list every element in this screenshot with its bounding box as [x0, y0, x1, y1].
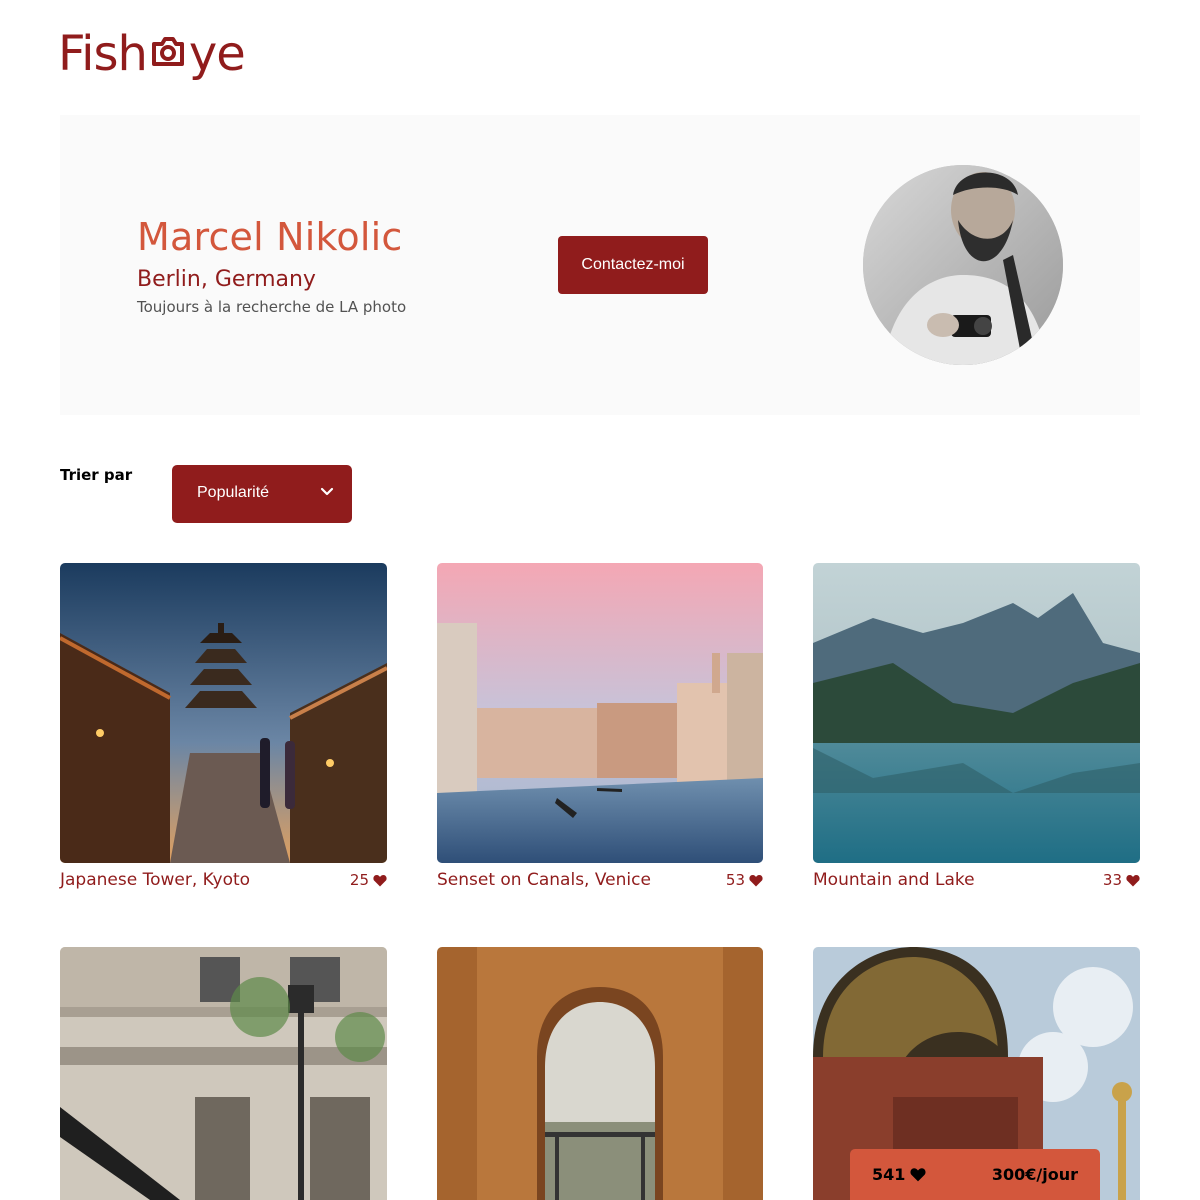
heart-icon: [1126, 874, 1140, 886]
like-button[interactable]: 25: [350, 871, 387, 889]
like-count: 25: [349, 871, 369, 889]
chevron-down-icon: [320, 485, 334, 504]
like-button[interactable]: 53: [726, 871, 763, 889]
stats-box: 541 300€/jour: [850, 1149, 1100, 1200]
contact-button[interactable]: Contactez-moi: [558, 236, 708, 294]
total-likes: 541: [872, 1165, 926, 1184]
media-thumbnail[interactable]: [813, 563, 1140, 863]
media-title: Japanese Tower, Kyoto: [60, 870, 251, 890]
media-card: [60, 947, 387, 1200]
heart-icon: [910, 1168, 926, 1182]
media-card: [437, 947, 763, 1200]
media-thumbnail[interactable]: [60, 947, 387, 1200]
fisheye-logo[interactable]: Fish ye: [58, 22, 246, 86]
like-count: 53: [725, 871, 745, 889]
photographer-location: Berlin, Germany: [137, 267, 316, 292]
daily-price: 300€/jour: [991, 1165, 1078, 1184]
like-button[interactable]: 33: [1103, 871, 1140, 889]
logo-text-start: Fish: [58, 26, 148, 82]
media-title: Mountain and Lake: [813, 870, 975, 890]
like-count: 33: [1102, 871, 1122, 889]
camera-logo-icon: [148, 26, 188, 82]
total-likes-count: 541: [872, 1165, 906, 1184]
photographer-tagline: Toujours à la recherche de LA photo: [137, 298, 407, 316]
heart-icon: [373, 874, 387, 886]
media-card: Senset on Canals, Venice 53: [437, 563, 763, 897]
sort-label: Trier par: [60, 466, 133, 484]
photographer-header: Marcel Nikolic Berlin, Germany Toujours …: [60, 115, 1140, 415]
media-thumbnail[interactable]: [60, 563, 387, 863]
media-card: Japanese Tower, Kyoto 25: [60, 563, 387, 897]
sort-selected-value: Popularité: [197, 484, 270, 501]
heart-icon: [749, 874, 763, 886]
photographer-name: Marcel Nikolic: [137, 215, 403, 259]
media-thumbnail[interactable]: [437, 563, 763, 863]
media-title: Senset on Canals, Venice: [437, 870, 651, 890]
logo-text-end: ye: [188, 26, 246, 82]
media-card: Mountain and Lake 33: [813, 563, 1140, 897]
media-thumbnail[interactable]: [437, 947, 763, 1200]
photographer-avatar: [863, 165, 1063, 365]
sort-dropdown[interactable]: Popularité: [172, 465, 352, 523]
